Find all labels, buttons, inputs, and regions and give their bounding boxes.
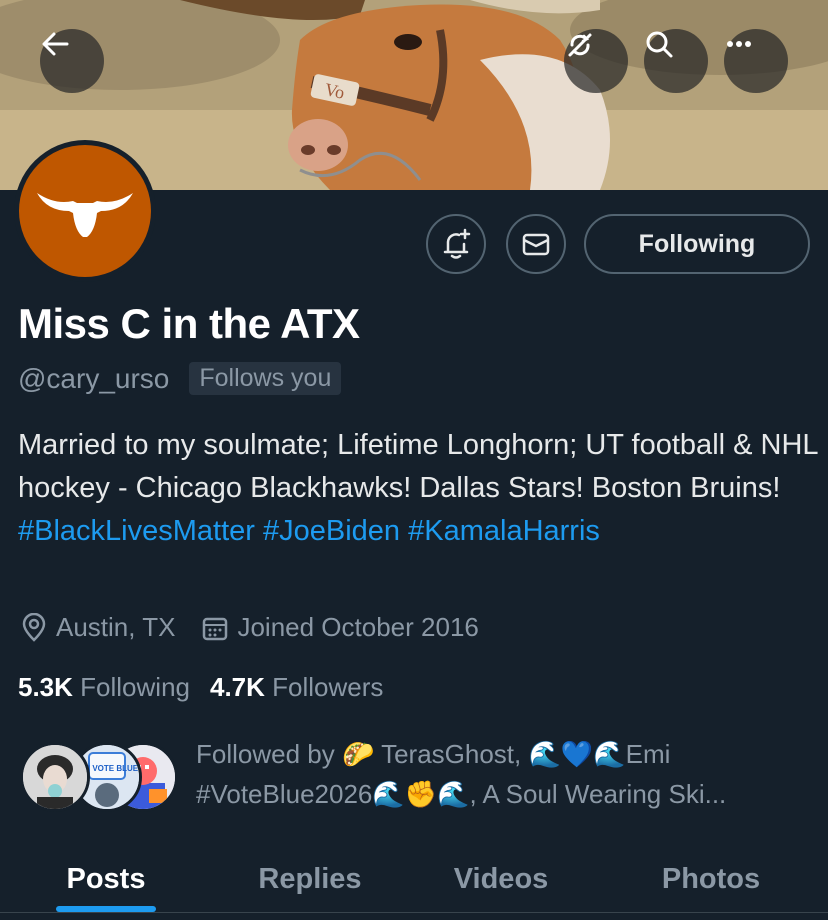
tab-photos[interactable]: Photos [640, 838, 782, 920]
back-button[interactable] [40, 29, 104, 93]
user-handle: @cary_urso [18, 362, 170, 394]
mail-icon [522, 233, 550, 256]
followers-count: 4.7K [209, 672, 265, 702]
follows-you-badge: Follows you [189, 362, 342, 395]
followed-by-text[interactable]: Followed by 🌮 TerasGhost, 🌊💙🌊Emi #VoteBl… [196, 734, 816, 814]
followers-stat[interactable]: 4.7K Followers [210, 672, 383, 703]
profile-meta: Austin, TX Joined October 2016 [20, 612, 505, 643]
bell-plus-icon [443, 228, 471, 259]
handle-row: @cary_urso Follows you [18, 362, 342, 395]
calendar-icon [203, 617, 228, 640]
following-count: 5.3K [18, 672, 73, 702]
profile-bio: Married to my soulmate; Lifetime Longhor… [18, 424, 818, 553]
follow-stats: 5.3K Following 4.7K Followers [18, 672, 403, 703]
hashtag-link[interactable]: #BlackLivesMatter [18, 515, 255, 547]
message-button[interactable] [506, 214, 566, 274]
hashtag-link[interactable]: #KamalaHarris [408, 515, 600, 547]
tabs-divider [0, 912, 828, 913]
back-arrow-icon [42, 32, 69, 56]
following-button[interactable]: Following [584, 214, 810, 274]
notifications-button[interactable] [426, 214, 486, 274]
tab-videos[interactable]: Videos [430, 838, 572, 920]
longhorn-logo [19, 145, 151, 277]
location: Austin, TX [20, 612, 175, 643]
profile-page: Vo Following Miss C in the ATX @cary_urs… [0, 0, 828, 920]
following-label: Following [80, 672, 190, 702]
collar-text: Vo [323, 79, 346, 103]
search-icon [646, 31, 673, 58]
avatar [20, 742, 90, 812]
followers-label: Followers [272, 672, 384, 702]
hashtag-link[interactable]: #JoeBiden [263, 515, 400, 547]
join-date-text: Joined October 2016 [237, 612, 479, 642]
search-button[interactable] [644, 29, 708, 93]
profile-tabs: Posts Replies Videos Photos [0, 838, 828, 920]
mutual-followers-avatars[interactable]: EMI VOTE BLUE [20, 742, 180, 812]
location-text: Austin, TX [56, 612, 176, 642]
following-stat[interactable]: 5.3K Following [18, 672, 190, 703]
more-button[interactable] [724, 29, 788, 93]
join-date: Joined October 2016 [201, 612, 479, 643]
no-sync-icon [568, 33, 592, 57]
longhorn-logo-icon [37, 193, 133, 237]
tab-replies[interactable]: Replies [236, 838, 384, 920]
bio-text: Married to my soulmate; Lifetime Longhor… [18, 429, 818, 504]
more-icon [727, 41, 751, 47]
profile-avatar[interactable] [14, 140, 156, 282]
location-icon [22, 612, 46, 642]
no-sync-button[interactable] [564, 29, 628, 93]
display-name: Miss C in the ATX [18, 300, 360, 347]
